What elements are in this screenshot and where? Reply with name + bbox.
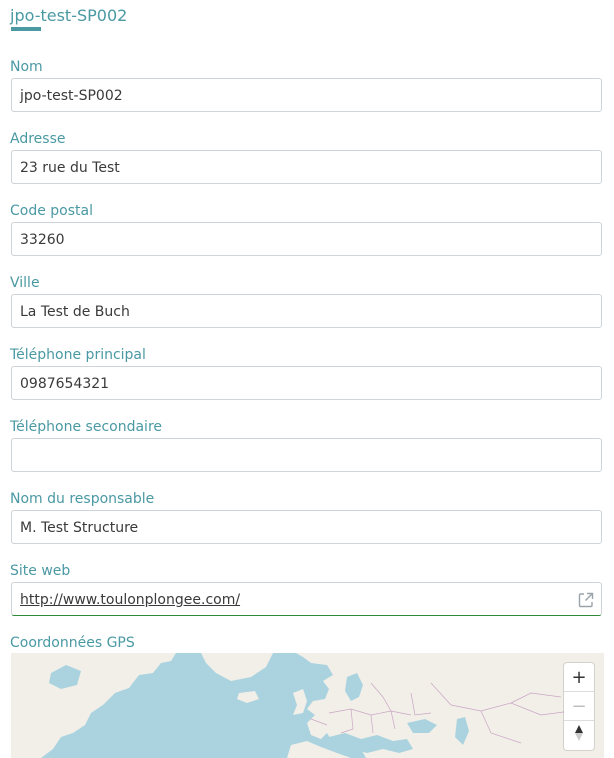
site-web-label: Site web <box>10 563 71 579</box>
map-tiles <box>11 653 604 758</box>
external-link-icon[interactable] <box>577 591 595 609</box>
nom-responsable-input[interactable]: M. Test Structure <box>11 510 602 544</box>
page-title: jpo-test-SP002 <box>10 6 128 25</box>
nom-responsable-value: M. Test Structure <box>20 520 139 536</box>
telephone-secondaire-input[interactable] <box>11 438 602 472</box>
telephone-principal-input[interactable]: 0987654321 <box>11 366 602 400</box>
code-postal-input[interactable]: 33260 <box>11 222 602 256</box>
gps-label: Coordonnées GPS <box>10 635 135 651</box>
nom-input[interactable]: jpo-test-SP002 <box>11 78 602 112</box>
adresse-value: 23 rue du Test <box>20 160 120 176</box>
site-web-input[interactable]: http://www.toulonplongee.com/ <box>11 582 602 616</box>
map-controls: + − <box>564 663 594 750</box>
nom-responsable-label: Nom du responsable <box>10 491 155 507</box>
telephone-principal-value: 0987654321 <box>20 376 110 392</box>
telephone-principal-label: Téléphone principal <box>10 347 146 363</box>
code-postal-value: 33260 <box>20 232 65 248</box>
ville-value: La Test de Buch <box>20 304 130 320</box>
adresse-label: Adresse <box>10 131 66 147</box>
reset-north-button[interactable] <box>564 721 594 750</box>
code-postal-label: Code postal <box>10 203 93 219</box>
ville-label: Ville <box>10 275 40 291</box>
zoom-in-button[interactable]: + <box>564 663 594 692</box>
structure-form-page: jpo-test-SP002 Nom jpo-test-SP002 Adress… <box>0 0 614 758</box>
nom-label: Nom <box>10 59 43 75</box>
adresse-input[interactable]: 23 rue du Test <box>11 150 602 184</box>
title-underline <box>11 27 41 31</box>
zoom-out-button[interactable]: − <box>564 692 594 721</box>
site-web-link[interactable]: http://www.toulonplongee.com/ <box>20 591 240 609</box>
ville-input[interactable]: La Test de Buch <box>11 294 602 328</box>
compass-icon <box>573 724 585 747</box>
gps-map[interactable]: + − <box>11 653 604 758</box>
telephone-secondaire-label: Téléphone secondaire <box>10 419 163 435</box>
nom-value: jpo-test-SP002 <box>20 88 123 104</box>
